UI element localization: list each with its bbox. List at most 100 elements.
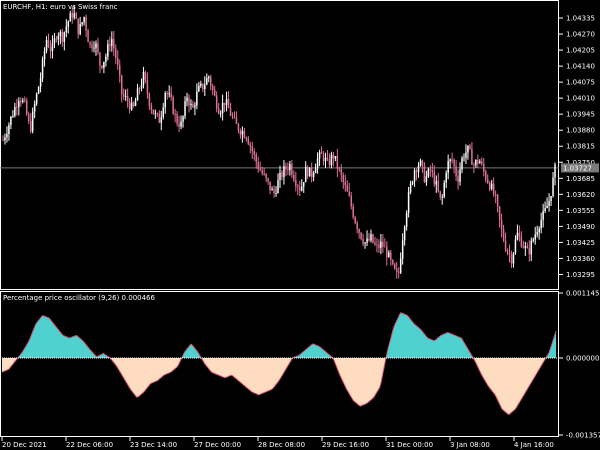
- candle-body: [33, 103, 36, 112]
- candle-body: [20, 101, 22, 103]
- candle-body: [273, 189, 275, 194]
- candle-body: [115, 48, 117, 59]
- candle-body: [259, 169, 261, 171]
- candle-body: [79, 24, 81, 35]
- chart-canvas: 1.04335 1.04270 1.04205 1.04140 1.04075 1.040…: [0, 0, 600, 449]
- candle-body: [188, 97, 190, 106]
- candle-body: [97, 43, 99, 53]
- candle-body: [417, 165, 420, 173]
- candle-body: [14, 106, 16, 116]
- candle-body: [237, 123, 240, 131]
- candle-body: [59, 31, 62, 36]
- candle-body: [538, 228, 540, 233]
- candle-body: [473, 164, 475, 166]
- candle-body: [235, 117, 238, 124]
- candle-body: [348, 191, 350, 196]
- candle-body: [451, 159, 453, 161]
- candle-body: [289, 163, 291, 171]
- oscillator-axis: 0.001145 0.000000 -0.001357: [559, 290, 600, 440]
- candle-body: [146, 80, 149, 94]
- candle-body: [16, 106, 18, 108]
- candle-body: [180, 121, 182, 127]
- candle-body: [350, 195, 352, 207]
- candle-body: [8, 124, 10, 134]
- candle-body: [439, 190, 442, 198]
- candle-body: [378, 244, 380, 248]
- candle-body: [31, 111, 34, 132]
- candle-body: [362, 239, 364, 244]
- candle-body: [492, 183, 495, 195]
- candle-body: [518, 232, 521, 237]
- candle-body: [536, 232, 538, 235]
- candle-body: [488, 182, 491, 190]
- candle-body: [415, 170, 418, 173]
- oscillator-negative-area: [2, 357, 556, 415]
- candle-body: [186, 97, 188, 102]
- time-tick-label: 22 Dec 06:00: [66, 441, 113, 449]
- candle-body: [512, 253, 515, 264]
- candle-body: [496, 194, 499, 207]
- candle-body: [433, 171, 436, 185]
- candle-body: [399, 258, 402, 273]
- candle-body: [2, 140, 4, 141]
- candle-body: [126, 96, 129, 102]
- candle-body: [324, 157, 327, 162]
- time-tick-label: 3 Jan 08:00: [450, 441, 490, 449]
- candle-body: [397, 271, 400, 273]
- candle-body: [172, 97, 174, 114]
- price-tick-label: 1.03555: [566, 207, 595, 215]
- candle-body: [293, 174, 295, 181]
- candle-body: [142, 72, 145, 85]
- candle-body: [164, 93, 166, 108]
- candle-body: [208, 76, 210, 79]
- candle-body: [75, 13, 77, 19]
- price-pane-frame: [0, 0, 559, 290]
- candle-body: [63, 32, 66, 42]
- candle-body: [401, 240, 404, 259]
- candle-body: [453, 159, 455, 167]
- oscillator-positive-area: [2, 312, 556, 358]
- candle-body: [526, 246, 529, 249]
- candle-body: [390, 252, 392, 261]
- candle-body: [479, 161, 481, 164]
- candle-body: [516, 232, 519, 240]
- candle-body: [231, 115, 234, 117]
- candle-body: [130, 102, 133, 110]
- candle-body: [467, 145, 469, 153]
- candle-body: [174, 113, 176, 115]
- candle-body: [508, 252, 511, 255]
- candle-body: [77, 18, 79, 35]
- candle-body: [229, 108, 232, 116]
- price-tick-label: 1.04270: [566, 31, 595, 39]
- candle-body: [247, 138, 250, 145]
- candle-body: [403, 226, 406, 241]
- oscillator-pane[interactable]: 0.001145 0.000000 -0.001357 Percentage pri…: [0, 290, 600, 440]
- price-pane[interactable]: 1.04335 1.04270 1.04205 1.04140 1.04075 1.040…: [0, 0, 599, 290]
- candle-body: [243, 131, 246, 138]
- candle-body: [471, 148, 473, 165]
- candle-body: [217, 108, 220, 114]
- candle-body: [198, 85, 200, 92]
- candle-body: [423, 165, 426, 183]
- candle-body: [263, 173, 265, 175]
- candle-body: [393, 263, 396, 269]
- candle-body: [45, 40, 48, 51]
- candle-body: [219, 112, 222, 114]
- candle-body: [308, 167, 311, 177]
- candle-body: [534, 234, 536, 240]
- candle-body: [200, 83, 202, 86]
- candle-body: [101, 65, 103, 68]
- candle-body: [322, 153, 325, 162]
- candle-body: [140, 84, 143, 89]
- candle-body: [374, 242, 376, 245]
- candle-body: [81, 22, 83, 25]
- candle-body: [540, 219, 542, 229]
- candle-body: [407, 191, 410, 214]
- time-tick-label: 23 Dec 14:00: [130, 441, 177, 449]
- candle-body: [251, 146, 254, 152]
- candle-body: [168, 93, 170, 95]
- candle-body: [302, 182, 305, 187]
- price-tick-label: 1.03945: [566, 111, 595, 119]
- price-tick-label: 1.03620: [566, 191, 595, 199]
- candle-body: [109, 44, 111, 46]
